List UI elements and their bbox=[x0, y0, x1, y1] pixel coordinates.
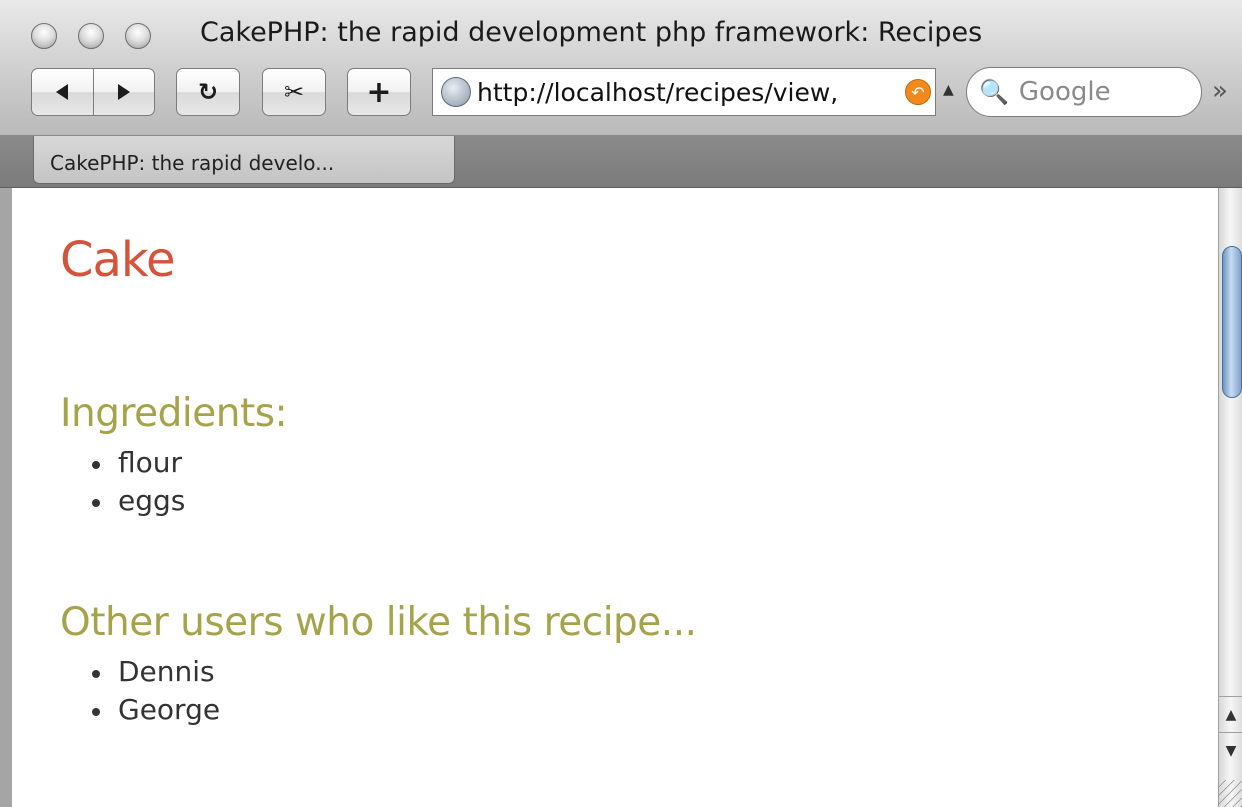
users-heading: Other users who like this recipe... bbox=[60, 600, 697, 645]
search-placeholder: Google bbox=[1018, 77, 1111, 107]
window-titlebar: CakePHP: the rapid development php frame… bbox=[0, 0, 1242, 136]
snapback-icon[interactable]: ↶ bbox=[905, 79, 931, 105]
scroll-down-button[interactable]: ▼ bbox=[1219, 732, 1242, 768]
list-item: George bbox=[82, 693, 220, 731]
scroll-up-button[interactable]: ▲ bbox=[1219, 696, 1242, 732]
vertical-scrollbar[interactable]: ▲ ▼ bbox=[1218, 188, 1242, 807]
list-item: Dennis bbox=[82, 655, 220, 693]
forward-arrow-icon bbox=[117, 84, 130, 100]
search-icon[interactable]: 🔍 bbox=[979, 78, 1009, 106]
search-field[interactable]: 🔍 Google bbox=[966, 67, 1202, 117]
tab-strip: CakePHP: the rapid develo... bbox=[0, 136, 1242, 188]
list-item: flour bbox=[82, 446, 185, 484]
down-arrow-icon: ▼ bbox=[1225, 742, 1237, 759]
clip-button[interactable]: ✂ bbox=[262, 68, 326, 116]
tab-cakephp[interactable]: CakePHP: the rapid develo... bbox=[33, 136, 455, 184]
site-icon bbox=[441, 77, 471, 107]
resize-grip-icon[interactable] bbox=[1218, 780, 1242, 807]
add-bookmark-button[interactable]: + bbox=[347, 68, 411, 116]
back-button[interactable] bbox=[32, 69, 93, 115]
reload-button[interactable]: ↻ bbox=[176, 68, 240, 116]
address-bar[interactable]: http://localhost/recipes/view, ↶ bbox=[432, 68, 936, 116]
zoom-window-button[interactable] bbox=[125, 23, 151, 49]
reload-icon: ↻ bbox=[197, 78, 219, 106]
back-forward-buttons bbox=[31, 68, 155, 116]
ingredients-list: flour eggs bbox=[82, 446, 185, 522]
page-content: Cake Ingredients: flour eggs Other users… bbox=[0, 188, 1218, 807]
ingredients-heading: Ingredients: bbox=[60, 391, 288, 436]
forward-button[interactable] bbox=[92, 69, 154, 115]
scissors-icon: ✂ bbox=[283, 78, 305, 106]
back-arrow-icon bbox=[56, 84, 69, 100]
window-title: CakePHP: the rapid development php frame… bbox=[200, 17, 983, 48]
minimize-window-button[interactable] bbox=[78, 23, 104, 49]
address-dropdown-icon[interactable]: ▲ bbox=[943, 82, 954, 98]
url-text[interactable]: http://localhost/recipes/view, bbox=[477, 78, 905, 107]
up-arrow-icon: ▲ bbox=[1225, 706, 1237, 723]
page-title: Cake bbox=[60, 232, 176, 288]
close-window-button[interactable] bbox=[31, 23, 57, 49]
plus-icon: + bbox=[366, 74, 392, 110]
users-list: Dennis George bbox=[82, 655, 220, 731]
scrollbar-thumb[interactable] bbox=[1222, 246, 1242, 398]
list-item: eggs bbox=[82, 484, 185, 522]
toolbar-overflow-icon[interactable]: » bbox=[1212, 76, 1228, 106]
